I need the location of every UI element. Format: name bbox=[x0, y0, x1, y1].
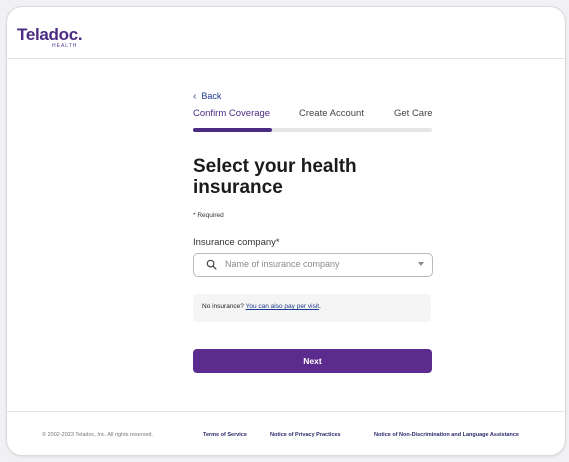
back-link[interactable]: ‹ Back bbox=[193, 91, 221, 101]
notice-prefix: No insurance? bbox=[202, 303, 244, 310]
search-icon bbox=[206, 259, 217, 270]
step-create-account: Create Account bbox=[299, 108, 364, 119]
logo-dot: . bbox=[77, 25, 83, 44]
non-discrimination-link[interactable]: Notice of Non-Discrimination and Languag… bbox=[374, 432, 519, 438]
logo-text: Teladoc bbox=[17, 25, 78, 44]
notice-text: No insurance? You can also pay per visit… bbox=[202, 303, 321, 310]
site-header: Teladoc. HEALTH bbox=[7, 7, 565, 59]
insurance-label: Insurance company* bbox=[193, 237, 280, 248]
next-button[interactable]: Next bbox=[193, 349, 432, 373]
browser-frame: Teladoc. HEALTH ‹ Back Confirm Coverage … bbox=[6, 6, 566, 456]
site-footer: © 2002-2023 Teladoc, Inc. All rights res… bbox=[7, 411, 565, 455]
required-note: * Required bbox=[193, 212, 224, 219]
terms-of-service-link[interactable]: Terms of Service bbox=[203, 432, 247, 438]
logo-subtitle: HEALTH bbox=[52, 43, 78, 49]
privacy-practices-link[interactable]: Notice of Privacy Practices bbox=[270, 432, 341, 438]
insurance-company-select[interactable]: Name of insurance company bbox=[193, 253, 433, 277]
progress-bar bbox=[193, 128, 432, 132]
teladoc-logo[interactable]: Teladoc. bbox=[17, 25, 83, 45]
copyright-text: © 2002-2023 Teladoc, Inc. All rights res… bbox=[42, 432, 153, 438]
step-get-care: Get Care bbox=[394, 108, 433, 119]
notice-suffix: . bbox=[319, 303, 321, 310]
chevron-left-icon: ‹ bbox=[193, 90, 197, 102]
pay-per-visit-link[interactable]: You can also pay per visit bbox=[246, 303, 319, 310]
insurance-placeholder: Name of insurance company bbox=[225, 259, 340, 269]
back-label: Back bbox=[201, 91, 222, 101]
chevron-down-icon bbox=[418, 262, 424, 266]
no-insurance-notice: No insurance? You can also pay per visit… bbox=[193, 294, 431, 322]
progress-fill bbox=[193, 128, 272, 132]
step-confirm-coverage: Confirm Coverage bbox=[193, 108, 271, 119]
page-title: Select your health insurance bbox=[193, 156, 357, 198]
